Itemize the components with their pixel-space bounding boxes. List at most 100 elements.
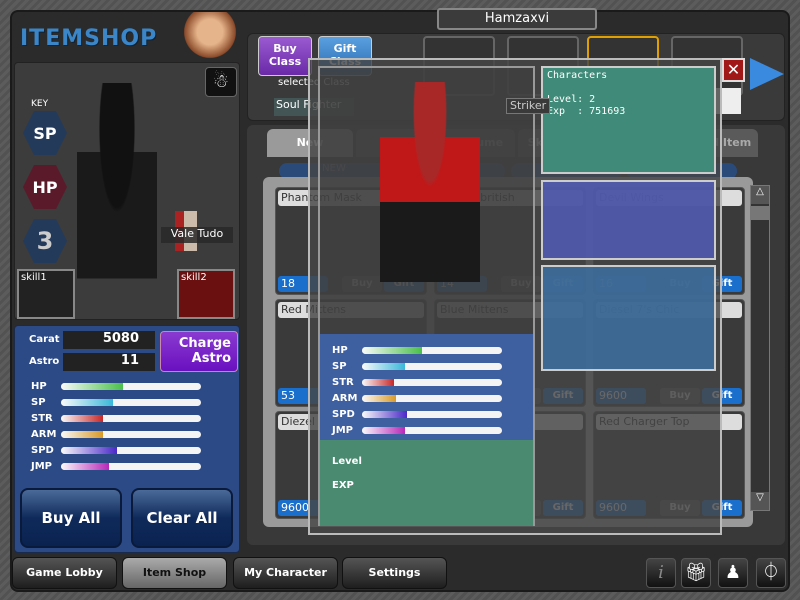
stat-bar-fill <box>362 378 395 386</box>
stat-row-arm: ARM <box>332 390 533 406</box>
carat-label: Carat <box>29 334 60 345</box>
stat-bar <box>61 446 201 454</box>
stat-row-arm: ARM <box>31 426 201 442</box>
stat-bar-fill <box>61 382 123 390</box>
stat-bar <box>362 394 502 402</box>
class-slot-label: Striker <box>506 98 551 114</box>
sp-key-icon[interactable]: SP <box>23 111 67 155</box>
stat-bar-fill <box>362 394 396 402</box>
gift-icon[interactable]: 🎁︎ <box>681 558 711 588</box>
astro-label: Astro <box>29 356 60 367</box>
power-icon[interactable]: ⏀ <box>756 558 786 588</box>
window-title: Hamzaxvi <box>437 8 597 30</box>
nav-settings[interactable]: Settings <box>342 557 447 589</box>
hp-key-icon[interactable]: HP <box>23 165 67 209</box>
nav-game-lobby[interactable]: Game Lobby <box>12 557 117 589</box>
skill1-label: skill1 <box>21 272 47 283</box>
stat-label: JMP <box>31 460 53 472</box>
stat-row-spd: SPD <box>332 406 533 422</box>
stat-bar-fill <box>61 446 117 454</box>
charge-astro-button[interactable]: Charge Astro <box>160 331 238 372</box>
stat-bar-fill <box>362 426 406 434</box>
stat-row-sp: SP <box>332 358 533 374</box>
stat-label: SPD <box>31 444 54 456</box>
stat-row-hp: HP <box>31 378 201 394</box>
level-panel: Level EXP <box>320 440 533 526</box>
itemshop-logo: ITEMSHOP <box>20 26 158 51</box>
nav-my-character[interactable]: My Character <box>233 557 338 589</box>
stat-list: HP SP STR ARM SPD JMP <box>31 378 201 474</box>
skill2-slot[interactable]: skill2 <box>177 269 235 319</box>
stat-bar-fill <box>362 362 406 370</box>
popup-stats: HP SP STR ARM SPD JMP <box>320 334 533 440</box>
hp-label: HP <box>32 177 58 197</box>
stat-label: STR <box>31 412 53 424</box>
stat-label: ARM <box>31 428 57 440</box>
scroll-down-icon[interactable]: ▽ <box>751 492 769 510</box>
character-figure <box>380 82 480 332</box>
scroll-up-icon[interactable]: △ <box>751 186 769 204</box>
stat-bar <box>61 382 201 390</box>
stat-row-sp: SP <box>31 394 201 410</box>
stat-bar <box>61 398 201 406</box>
stat-bar <box>362 346 502 354</box>
stat-label: SP <box>31 396 46 408</box>
stat-row-hp: HP <box>332 342 533 358</box>
stat-bar-fill <box>61 414 103 422</box>
carat-value: 5080 <box>63 331 155 349</box>
info-title: Characters <box>547 70 608 81</box>
stat-label: SPD <box>332 408 355 420</box>
stat-label: JMP <box>332 424 354 436</box>
stats-panel: Carat 5080 Astro 11 Charge Astro HP SP STR… <box>14 325 240 553</box>
stat-bar <box>362 362 502 370</box>
stat-label: HP <box>332 344 348 356</box>
character-figure <box>77 83 157 313</box>
stat-bar <box>362 426 502 434</box>
avatar-portrait <box>180 12 240 62</box>
sp-label: SP <box>33 123 57 143</box>
astro-value: 11 <box>63 353 155 371</box>
stat-bar <box>61 430 201 438</box>
stat-bar <box>362 378 502 386</box>
stat-row-jmp: JMP <box>332 422 533 438</box>
key-number: 3 <box>36 227 54 255</box>
scroll-thumb[interactable] <box>751 206 769 220</box>
stat-bar-fill <box>362 346 423 354</box>
stat-label: SP <box>332 360 347 372</box>
stat-bar <box>362 410 502 418</box>
info-panel-2 <box>541 180 716 260</box>
info-level: Level: 2 <box>547 94 596 105</box>
stat-bar-fill <box>61 398 113 406</box>
stat-label: HP <box>31 380 47 392</box>
close-icon[interactable]: ✕ <box>722 58 745 82</box>
info-icon[interactable]: i <box>646 558 676 588</box>
info-panel-3 <box>541 265 716 371</box>
stat-bar <box>61 462 201 470</box>
stat-bar-fill <box>61 462 109 470</box>
scrollbar[interactable]: △ ▽ <box>750 185 770 511</box>
stat-label: STR <box>332 376 354 388</box>
stat-bar-fill <box>61 430 103 438</box>
stat-row-spd: SPD <box>31 442 201 458</box>
level-label: Level <box>332 456 362 467</box>
stat-bar-fill <box>362 410 407 418</box>
key-number-icon[interactable]: 3 <box>23 219 67 263</box>
stat-label: ARM <box>332 392 358 404</box>
nav-item-shop[interactable]: Item Shop <box>122 557 227 589</box>
character-info-popup: HP SP STR ARM SPD JMP Level EXP Characters Le… <box>308 58 722 535</box>
exp-label: EXP <box>332 480 354 491</box>
next-arrow-icon[interactable] <box>750 58 784 90</box>
key-label: KEY <box>31 99 49 109</box>
user-icon[interactable]: ♟ <box>718 558 748 588</box>
item-tooltip: Vale Tudo <box>161 227 233 243</box>
pose-icon[interactable]: ☃ <box>205 67 237 97</box>
clear-all-button[interactable]: Clear All <box>131 488 233 548</box>
skill2-label: skill2 <box>181 272 207 283</box>
buy-all-button[interactable]: Buy All <box>20 488 122 548</box>
skill1-slot[interactable]: skill1 <box>17 269 75 319</box>
character-preview-panel: ☃ KEY SP HP 3 Vale Tudo skill1 skill2 <box>14 62 240 320</box>
buy-class-button[interactable]: Buy Class <box>258 36 312 76</box>
stat-row-jmp: JMP <box>31 458 201 474</box>
stat-row-str: STR <box>31 410 201 426</box>
stat-bar <box>61 414 201 422</box>
